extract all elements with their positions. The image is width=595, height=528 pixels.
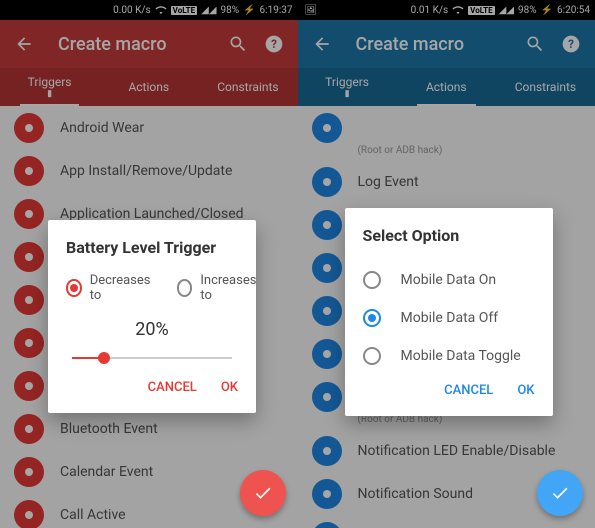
- ok-button[interactable]: OK: [517, 383, 534, 398]
- radio-option[interactable]: Mobile Data Toggle: [363, 337, 535, 375]
- battery-dialog: Battery Level Trigger Decreases to Incre…: [48, 220, 256, 413]
- cancel-button[interactable]: CANCEL: [444, 383, 493, 398]
- ok-button[interactable]: OK: [221, 380, 238, 395]
- dialog-title: Select Option: [363, 226, 535, 245]
- radio-increases[interactable]: Increases to: [177, 273, 259, 303]
- radio-option[interactable]: Mobile Data On: [363, 261, 535, 299]
- cancel-button[interactable]: CANCEL: [148, 380, 197, 395]
- radio-option[interactable]: Mobile Data Off: [363, 299, 535, 337]
- fab-confirm[interactable]: [537, 470, 583, 516]
- dialog-title: Battery Level Trigger: [66, 238, 238, 257]
- fab-confirm[interactable]: [240, 470, 286, 516]
- radio-decreases[interactable]: Decreases to: [66, 273, 153, 303]
- select-dialog: Select Option Mobile Data OnMobile Data …: [345, 208, 553, 416]
- percent-label: 20%: [66, 319, 238, 340]
- battery-slider[interactable]: [72, 346, 232, 370]
